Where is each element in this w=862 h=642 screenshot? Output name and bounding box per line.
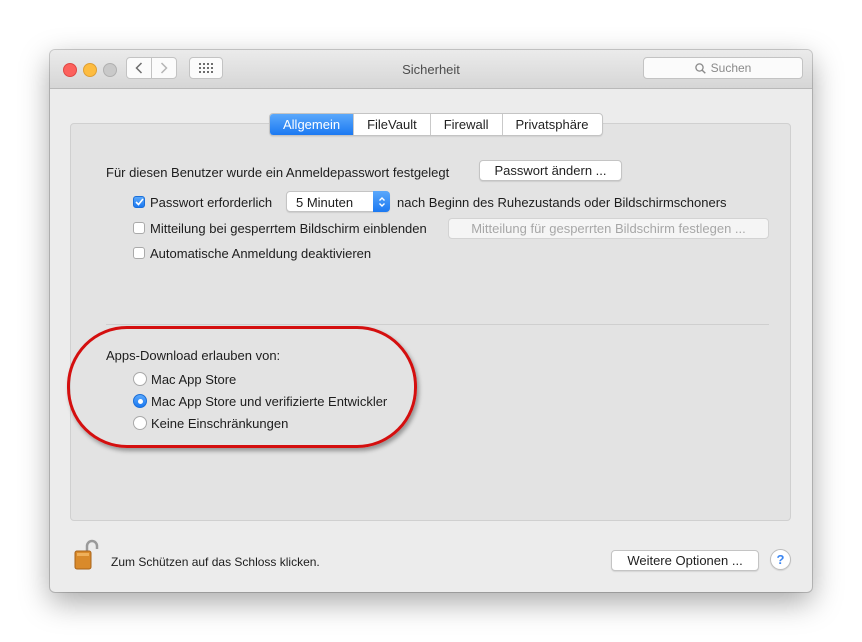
search-placeholder: Suchen <box>710 61 752 75</box>
set-lock-message-button[interactable]: Mitteilung für gesperrten Bildschirm fes… <box>448 218 769 239</box>
tab-allgemein[interactable]: Allgemein <box>270 114 354 135</box>
advanced-options-button[interactable]: Weitere Optionen ... <box>611 550 759 571</box>
disable-autologin-checkbox[interactable] <box>133 247 145 259</box>
search-icon <box>694 62 706 74</box>
title-bar: Sicherheit Suchen <box>50 50 812 89</box>
open-padlock-icon <box>74 539 99 570</box>
tab-filevault[interactable]: FileVault <box>353 114 430 135</box>
section-divider <box>106 324 769 325</box>
tab-firewall[interactable]: Firewall <box>429 114 502 135</box>
lock-button[interactable] <box>74 539 100 574</box>
password-delay-value: 5 Minuten <box>296 195 354 210</box>
tab-privatsphaere[interactable]: Privatsphäre <box>501 114 602 135</box>
preferences-window: Sicherheit Suchen Allgemein FileVault Fi… <box>50 50 812 592</box>
checkmark-icon <box>134 198 144 206</box>
help-button[interactable]: ? <box>770 549 791 570</box>
lock-hint-text: Zum Schützen auf das Schloss klicken. <box>111 555 320 569</box>
settings-pane <box>70 123 791 521</box>
require-password-label: Passwort erforderlich <box>150 195 273 210</box>
show-message-label: Mitteilung bei gesperrtem Bildschirm ein… <box>150 221 427 236</box>
search-field[interactable]: Suchen <box>643 57 803 79</box>
tab-bar: Allgemein FileVault Firewall Privatsphär… <box>269 113 603 136</box>
show-message-checkbox[interactable] <box>133 222 145 234</box>
password-set-text: Für diesen Benutzer wurde ein Anmeldepas… <box>106 165 450 180</box>
disable-autologin-label: Automatische Anmeldung deaktivieren <box>150 246 372 261</box>
password-delay-select[interactable]: 5 Minuten <box>286 191 390 212</box>
require-password-suffix: nach Beginn des Ruhezustands oder Bildsc… <box>397 195 727 210</box>
require-password-checkbox[interactable] <box>133 196 145 208</box>
change-password-button[interactable]: Passwort ändern ... <box>479 160 622 181</box>
updown-chevron-icon <box>373 191 390 212</box>
annotation-ellipse <box>67 326 417 448</box>
